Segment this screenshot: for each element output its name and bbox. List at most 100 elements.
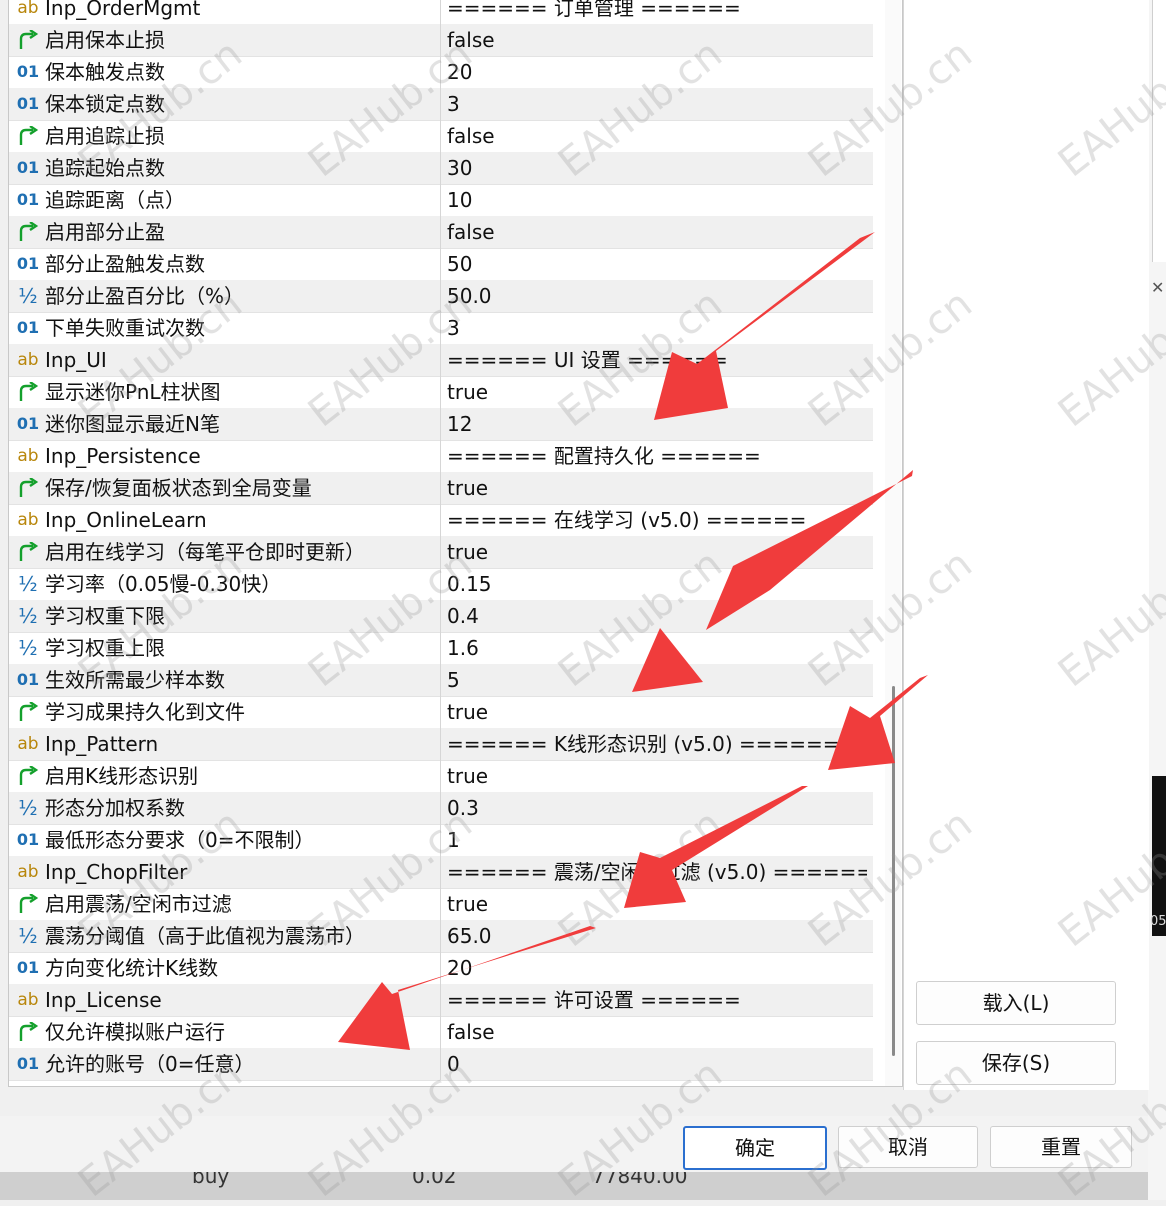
table-row[interactable]: 01 追踪起始点数 30 bbox=[9, 152, 873, 185]
table-row[interactable]: ½ 学习权重下限 0.4 bbox=[9, 600, 873, 633]
scrollbar-thumb[interactable] bbox=[892, 686, 895, 1056]
parameter-value[interactable]: 3 bbox=[447, 312, 867, 344]
column-divider bbox=[440, 184, 441, 216]
table-row[interactable]: 01 保本触发点数 20 bbox=[9, 56, 873, 89]
table-row[interactable]: ½ 学习率（0.05慢-0.30快） 0.15 bbox=[9, 568, 873, 601]
table-row[interactable]: 启用部分止盈 false bbox=[9, 216, 873, 249]
table-row[interactable]: 启用K线形态识别 true bbox=[9, 760, 873, 793]
parameter-name: 学习率（0.05慢-0.30快） bbox=[45, 572, 282, 596]
parameter-value[interactable]: false bbox=[447, 1016, 867, 1048]
table-row[interactable]: 01 允许的账号（0=任意） 0 bbox=[9, 1048, 873, 1081]
table-row[interactable]: 01 追踪距离（点） 10 bbox=[9, 184, 873, 217]
integer-icon: 01 bbox=[16, 1054, 40, 1073]
ok-button[interactable]: 确定 bbox=[683, 1126, 827, 1170]
column-divider bbox=[440, 888, 441, 920]
parameter-value[interactable]: false bbox=[447, 120, 867, 152]
parameter-value[interactable]: ====== 震荡/空闲市过滤 (v5.0) ====== bbox=[447, 856, 867, 888]
parameter-value[interactable]: 20 bbox=[447, 952, 867, 984]
parameter-value[interactable]: 0 bbox=[447, 1048, 867, 1080]
double-icon: ½ bbox=[18, 924, 38, 948]
table-row[interactable]: 01 迷你图显示最近N笔 12 bbox=[9, 408, 873, 441]
column-divider bbox=[440, 568, 441, 600]
parameter-value[interactable]: ====== 配置持久化 ====== bbox=[447, 440, 867, 472]
table-row[interactable]: 保存/恢复面板状态到全局变量 true bbox=[9, 472, 873, 505]
parameter-value[interactable]: 0.4 bbox=[447, 600, 867, 632]
double-icon: ½ bbox=[18, 572, 38, 596]
table-row[interactable]: 01 下单失败重试次数 3 bbox=[9, 312, 873, 345]
table-row[interactable]: 01 最低形态分要求（0=不限制） 1 bbox=[9, 824, 873, 857]
ab-icon: ab bbox=[17, 862, 39, 882]
parameters-table: ab Inp_OrderMgmt ====== 订单管理 ====== 启用保本止损 f… bbox=[8, 0, 903, 1087]
table-row[interactable]: ab Inp_OnlineLearn ====== 在线学习 (v5.0) ====… bbox=[9, 504, 873, 537]
scrollbar[interactable] bbox=[885, 0, 901, 1086]
table-row[interactable]: ab Inp_Persistence ====== 配置持久化 ====== bbox=[9, 440, 873, 473]
parameter-value[interactable]: true bbox=[447, 536, 867, 568]
parameter-value[interactable]: 10 bbox=[447, 184, 867, 216]
table-row[interactable]: ab Inp_OrderMgmt ====== 订单管理 ====== bbox=[9, 0, 873, 25]
parameter-value[interactable]: 1 bbox=[447, 824, 867, 856]
parameter-value[interactable]: 50.0 bbox=[447, 280, 867, 312]
parameter-value[interactable]: 3 bbox=[447, 88, 867, 120]
parameter-value[interactable]: 0.3 bbox=[447, 792, 867, 824]
table-row[interactable]: 01 方向变化统计K线数 20 bbox=[9, 952, 873, 985]
table-row[interactable]: 01 保本锁定点数 3 bbox=[9, 88, 873, 121]
table-row[interactable]: 01 部分止盈触发点数 50 bbox=[9, 248, 873, 281]
bool-arrow-icon bbox=[15, 696, 41, 728]
bool-arrow-icon bbox=[15, 376, 41, 408]
table-row[interactable]: ½ 部分止盈百分比（%） 50.0 bbox=[9, 280, 873, 313]
cancel-button[interactable]: 取消 bbox=[838, 1126, 978, 1168]
parameter-value[interactable]: false bbox=[447, 216, 867, 248]
table-row[interactable]: 启用震荡/空闲市过滤 true bbox=[9, 888, 873, 921]
table-row[interactable]: ab Inp_ChopFilter ====== 震荡/空闲市过滤 (v5.0) =… bbox=[9, 856, 873, 889]
parameter-value[interactable]: ====== 许可设置 ====== bbox=[447, 984, 867, 1016]
parameter-name: 启用部分止盈 bbox=[45, 220, 165, 244]
load-button[interactable]: 载入(L) bbox=[916, 981, 1116, 1025]
parameter-name: 震荡分阈值（高于此值视为震荡市） bbox=[45, 924, 365, 948]
table-row[interactable]: 01 生效所需最少样本数 5 bbox=[9, 664, 873, 697]
column-divider bbox=[440, 376, 441, 408]
parameter-value[interactable]: 20 bbox=[447, 56, 867, 88]
parameter-value[interactable]: true bbox=[447, 472, 867, 504]
parameter-value[interactable]: 12 bbox=[447, 408, 867, 440]
table-row[interactable]: ½ 震荡分阈值（高于此值视为震荡市） 65.0 bbox=[9, 920, 873, 953]
save-button[interactable]: 保存(S) bbox=[916, 1041, 1116, 1085]
close-icon[interactable]: ✕ bbox=[1151, 278, 1164, 297]
parameter-value[interactable]: ====== UI 设置 ====== bbox=[447, 344, 867, 376]
parameter-value[interactable]: false bbox=[447, 24, 867, 56]
table-row[interactable]: 显示迷你PnL柱状图 true bbox=[9, 376, 873, 409]
parameter-value[interactable]: 50 bbox=[447, 248, 867, 280]
parameter-value[interactable]: ====== 在线学习 (v5.0) ====== bbox=[447, 504, 867, 536]
table-row[interactable]: ab Inp_UI ====== UI 设置 ====== bbox=[9, 344, 873, 377]
parameter-value[interactable]: 1.6 bbox=[447, 632, 867, 664]
parameter-name: 启用保本止损 bbox=[45, 28, 165, 52]
table-row[interactable]: ½ 形态分加权系数 0.3 bbox=[9, 792, 873, 825]
table-row[interactable]: 启用保本止损 false bbox=[9, 24, 873, 57]
bool-arrow-icon bbox=[15, 472, 41, 504]
column-divider bbox=[440, 600, 441, 632]
table-row[interactable]: ab Inp_License ====== 许可设置 ====== bbox=[9, 984, 873, 1017]
column-divider bbox=[440, 152, 441, 184]
parameter-value[interactable]: 0.15 bbox=[447, 568, 867, 600]
table-row[interactable]: ab Inp_Pattern ====== K线形态识别 (v5.0) ====== bbox=[9, 728, 873, 761]
integer-icon: 01 bbox=[16, 414, 40, 433]
parameter-value[interactable]: ====== K线形态识别 (v5.0) ====== bbox=[447, 728, 867, 760]
table-row[interactable]: 启用追踪止损 false bbox=[9, 120, 873, 153]
parameter-value[interactable]: 5 bbox=[447, 664, 867, 696]
parameter-name: Inp_ChopFilter bbox=[45, 860, 188, 884]
table-row[interactable]: 学习成果持久化到文件 true bbox=[9, 696, 873, 729]
reset-button[interactable]: 重置 bbox=[990, 1126, 1132, 1168]
parameter-name: 保本触发点数 bbox=[45, 60, 165, 84]
parameter-value[interactable]: 30 bbox=[447, 152, 867, 184]
column-divider bbox=[440, 216, 441, 248]
parameter-value[interactable]: true bbox=[447, 696, 867, 728]
parameter-value[interactable]: 65.0 bbox=[447, 920, 867, 952]
parameter-value[interactable]: ====== 订单管理 ====== bbox=[447, 0, 867, 24]
table-row[interactable]: ½ 学习权重上限 1.6 bbox=[9, 632, 873, 665]
bool-arrow-icon bbox=[15, 120, 41, 152]
parameter-name: 方向变化统计K线数 bbox=[45, 956, 219, 980]
table-row[interactable]: 启用在线学习（每笔平仓即时更新） true bbox=[9, 536, 873, 569]
parameter-value[interactable]: true bbox=[447, 888, 867, 920]
parameter-value[interactable]: true bbox=[447, 376, 867, 408]
table-row[interactable]: 仅允许模拟账户运行 false bbox=[9, 1016, 873, 1049]
parameter-value[interactable]: true bbox=[447, 760, 867, 792]
